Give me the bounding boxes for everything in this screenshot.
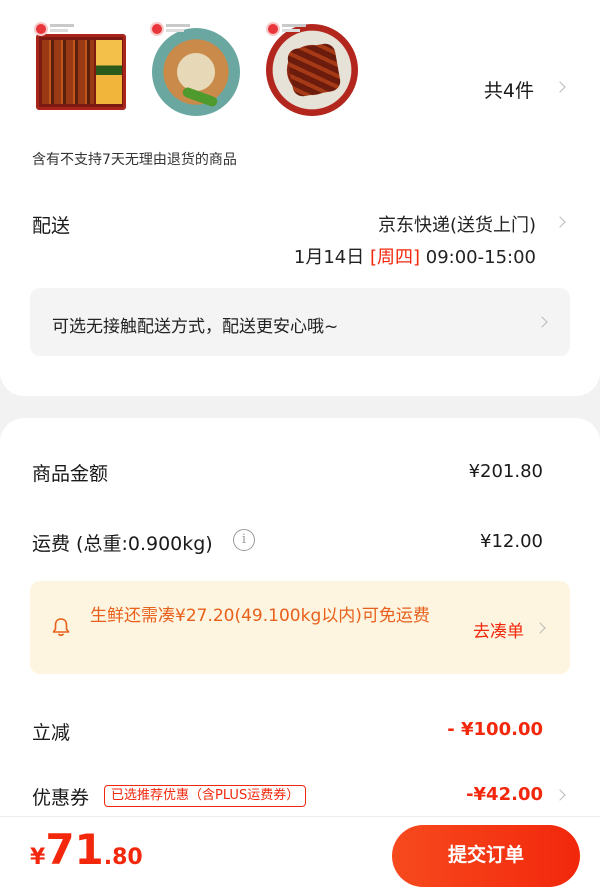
submit-order-button[interactable]: 提交订单 (392, 825, 580, 887)
bell-icon (52, 618, 70, 637)
plate-image (152, 28, 240, 116)
discount-value: - ¥100.00 (447, 719, 543, 740)
eel-strip-image (286, 42, 342, 98)
brand-text-mark (166, 24, 190, 27)
delivery-time[interactable]: 1月14日 [周四] 09:00-15:00 (294, 243, 536, 269)
order-total: ¥71.80 (30, 825, 143, 874)
coupon-value[interactable]: -¥42.00 (466, 784, 543, 805)
chevron-right-icon[interactable] (554, 216, 566, 228)
coupon-label: 优惠券 (32, 787, 90, 809)
info-icon[interactable]: i (233, 529, 255, 551)
fresh-free-shipping-banner: 生鲜还需凑¥27.20(49.100kg以内)可免运费 去凑单 (30, 581, 570, 674)
egg-image (96, 40, 122, 104)
brand-text-mark (282, 29, 300, 32)
goods-amount-label: 商品金额 (32, 463, 109, 485)
discount-label: 立减 (32, 722, 71, 744)
shipping-label: 配送 (32, 215, 71, 237)
freight-label: 运费 (总重:0.900kg) (32, 533, 213, 555)
chevron-right-icon[interactable] (554, 81, 566, 93)
contactless-delivery-option[interactable]: 可选无接触配送方式，配送更安心哦~ (30, 288, 570, 356)
brand-logo-icon (34, 22, 48, 36)
order-goods-card: 共4件 含有不支持7天无理由退货的商品 配送 京东快递(送货上门) 1月14日 … (0, 0, 600, 396)
brand-text-mark (282, 24, 306, 27)
eel-image (42, 40, 94, 104)
product-thumbnail-eel-bento[interactable] (32, 22, 128, 118)
goods-amount-value: ¥201.80 (468, 461, 543, 482)
brand-text-mark (50, 29, 68, 32)
brand-logo-icon (266, 22, 280, 36)
currency-symbol: ¥ (30, 845, 46, 870)
total-decimal: .80 (103, 845, 143, 870)
shipping-method[interactable]: 京东快递(送货上门) (378, 211, 536, 237)
chevron-right-icon (536, 316, 548, 328)
goods-count[interactable]: 共4件 (484, 76, 534, 103)
delivery-weekday: [周四] (369, 247, 421, 268)
product-thumbnail-eel-bowl[interactable] (264, 22, 360, 118)
brand-text-mark (166, 29, 184, 32)
checkout-bar: ¥71.80 提交订单 (0, 816, 600, 896)
delivery-date: 1月14日 (293, 247, 365, 268)
brand-text-mark (50, 24, 74, 27)
product-thumbnail-chicken-plate[interactable] (148, 22, 244, 118)
delivery-time-window: 09:00-15:00 (425, 247, 536, 268)
fresh-free-shipping-text: 生鲜还需凑¥27.20(49.100kg以内)可免运费 (90, 606, 430, 626)
return-policy-notice: 含有不支持7天无理由退货的商品 (32, 152, 237, 168)
total-integer: 71 (45, 825, 104, 874)
coupon-selected-tag[interactable]: 已选推荐优惠（含PLUS运费券） (104, 785, 307, 807)
add-more-items-link[interactable]: 去凑单 (473, 617, 524, 642)
freight-value: ¥12.00 (480, 531, 543, 552)
contactless-delivery-text: 可选无接触配送方式，配送更安心哦~ (52, 317, 339, 337)
chevron-right-icon[interactable] (534, 622, 546, 634)
brand-logo-icon (150, 22, 164, 36)
